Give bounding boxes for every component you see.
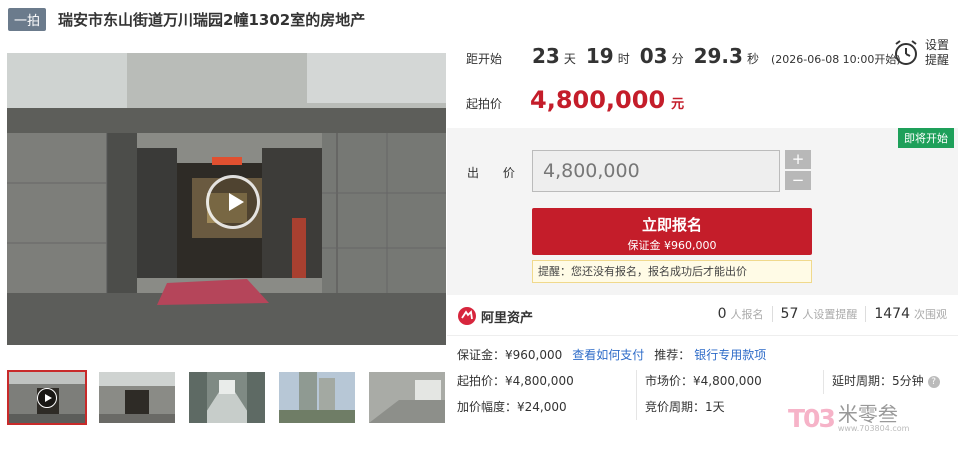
info-column-left: 起拍价：¥4,800,000 加价幅度：¥24,000 (457, 368, 574, 420)
ali-assets-logo-icon (458, 307, 476, 325)
column-divider (636, 370, 637, 420)
apply-deposit-label: 保证金 ¥960,000 (627, 239, 717, 252)
info-market-price: 市场价：¥4,800,000 (645, 374, 762, 388)
thumbnail-2[interactable] (97, 370, 177, 425)
info-column-middle: 市场价：¥4,800,000 竞价周期：1天 (645, 368, 762, 420)
video-icon (37, 388, 57, 408)
hours-unit: 时 (617, 52, 630, 66)
info-start-price: 起拍价：¥4,800,000 (457, 374, 574, 388)
delay-period-text: 延时周期：5分钟 (832, 374, 924, 388)
stat-registered: 0 人报名 (710, 306, 772, 322)
auction-round-badge: 一拍 (8, 7, 47, 31)
info-increment: 加价幅度：¥24,000 (457, 400, 567, 414)
play-icon (229, 193, 244, 211)
set-reminder-button[interactable]: 设置提醒 (893, 38, 951, 68)
stat-reminders: 57 人设置提醒 (771, 306, 866, 322)
stat-text: 人报名 (730, 308, 764, 321)
thumbnail-5[interactable] (367, 370, 447, 425)
thumbnail-4[interactable] (277, 370, 357, 425)
thumbnail-image (369, 372, 445, 423)
organizer-row: 阿里资产 0 人报名 57 人设置提醒 1474 次围观 (457, 303, 955, 329)
deposit-row: 保证金：¥960,000 查看如何支付 推荐： 银行专用款项 (457, 346, 766, 363)
page-title: 瑞安市东山街道万川瑞园2幢1302室的房地产 (58, 10, 366, 29)
watermark-logo: T03 (788, 404, 836, 433)
info-column-right: 延时周期：5分钟? (832, 368, 940, 394)
stat-number: 0 (717, 306, 727, 322)
watermark: T03 米零叁 www.703804.com (788, 404, 909, 433)
divider (447, 335, 958, 336)
thumbnail-3[interactable] (187, 370, 267, 425)
info-delay-period: 延时周期：5分钟? (832, 368, 940, 394)
set-reminder-label: 设置提醒 (925, 38, 950, 67)
minutes-unit: 分 (671, 52, 684, 66)
bid-panel: 即将开始 出 价 4,800,000 + − 立即报名 保证金 ¥960,000… (447, 128, 958, 295)
stat-text: 人设置提醒 (802, 308, 858, 321)
thumbnail-image (99, 372, 175, 423)
title-bar: 一拍 瑞安市东山街道万川瑞园2幢1302室的房地产 (8, 7, 366, 31)
countdown-label: 距开始 (466, 52, 503, 66)
recommend-label: 推荐： (654, 348, 691, 362)
status-badge: 即将开始 (898, 128, 954, 148)
column-divider (823, 370, 824, 394)
thumbnail-image (189, 372, 265, 423)
bid-label: 出 价 (467, 166, 525, 180)
play-video-button[interactable] (206, 175, 260, 229)
help-icon[interactable]: ? (927, 375, 940, 388)
bank-special-fund-link[interactable]: 银行专用款项 (694, 346, 766, 363)
info-bid-period: 竞价周期：1天 (645, 400, 725, 414)
start-price-label: 起拍价 (466, 97, 503, 111)
start-time: (2026-06-08 10:00开始) (770, 53, 901, 66)
stat-text: 次围观 (914, 308, 947, 321)
thumbnail-image (279, 372, 355, 423)
countdown-minutes: 03 (639, 44, 668, 68)
stat-number: 57 (780, 306, 799, 322)
stat-number: 1474 (874, 306, 910, 322)
watermark-url: www.703804.com (837, 424, 910, 433)
alarm-clock-icon (895, 40, 917, 65)
countdown-seconds: 29.3 (693, 44, 743, 68)
decrease-bid-button[interactable]: − (785, 171, 811, 190)
stats: 0 人报名 57 人设置提醒 1474 次围观 (710, 306, 955, 322)
countdown-days: 23 (532, 44, 560, 68)
apply-now-label: 立即报名 (641, 216, 702, 234)
apply-now-button[interactable]: 立即报名 保证金 ¥960,000 (532, 208, 812, 255)
organizer-name: 阿里资产 (481, 310, 534, 326)
days-unit: 天 (563, 52, 576, 66)
watermark-text: 米零叁 www.703804.com (838, 404, 910, 433)
bid-amount-input[interactable]: 4,800,000 (532, 150, 780, 192)
start-price-unit: 元 (671, 97, 685, 112)
increase-bid-button[interactable]: + (785, 150, 811, 169)
seconds-unit: 秒 (746, 52, 759, 66)
start-price-value: 4,800,000 (530, 86, 666, 114)
how-to-pay-link[interactable]: 查看如何支付 (572, 346, 644, 363)
thumbnail-strip (7, 370, 457, 425)
start-price: 起拍价 4,800,000 元 (466, 86, 684, 114)
main-photo[interactable] (7, 53, 446, 345)
thumbnail-1[interactable] (7, 370, 87, 425)
deposit-amount: 保证金：¥960,000 (457, 348, 563, 362)
stat-views: 1474 次围观 (865, 306, 955, 322)
registration-tip: 提醒：您还没有报名，报名成功后才能出价 (532, 260, 812, 283)
countdown: 距开始 23 天 19 时 03 分 29.3 秒 (2026-06-08 10… (466, 44, 901, 74)
organizer-logo[interactable]: 阿里资产 (457, 306, 533, 326)
watermark-name: 米零叁 (837, 402, 898, 426)
countdown-hours: 19 (585, 44, 614, 68)
